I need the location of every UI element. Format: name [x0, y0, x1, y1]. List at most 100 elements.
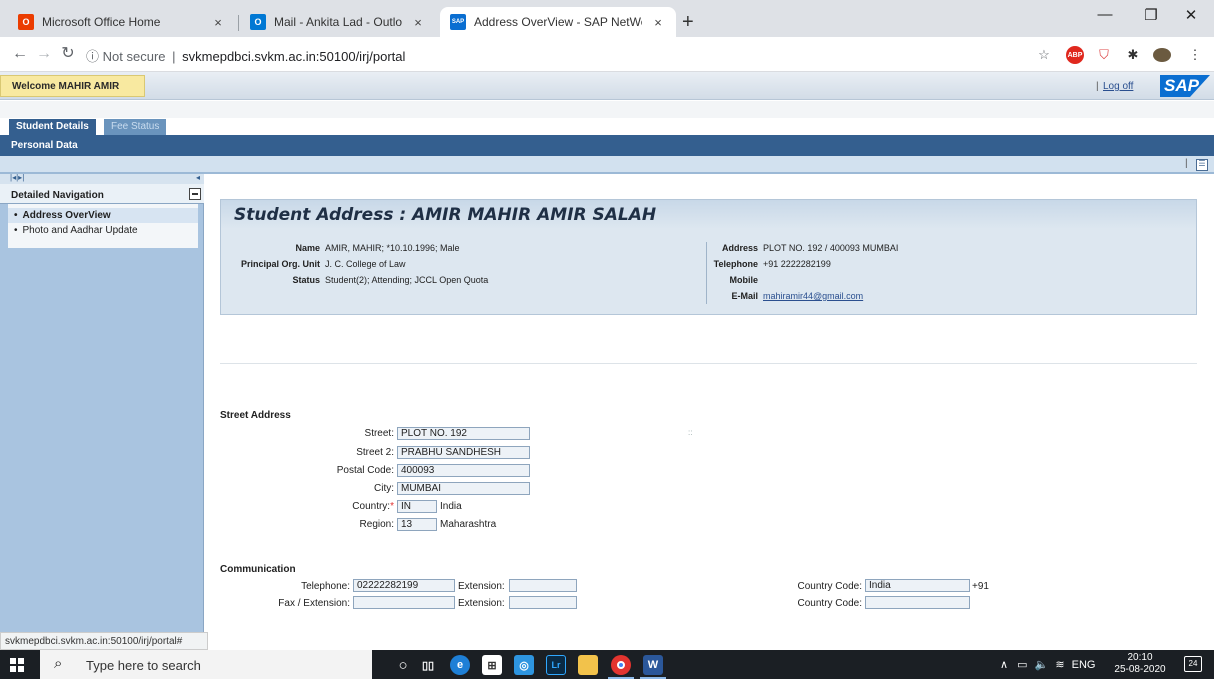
nav-item-photo-aadhar-update[interactable]: Photo and Aadhar Update	[8, 223, 198, 238]
tab-student-details[interactable]: Student Details	[9, 119, 96, 135]
status-label: Status	[292, 275, 320, 285]
clock-date: 25-08-2020	[1114, 664, 1166, 675]
taskbar-search-box[interactable]: ⌕ Type here to search	[40, 650, 372, 679]
portal-header: Welcome MAHIR AMIR | Log off SAP	[0, 72, 1214, 100]
windows-start-icon[interactable]	[10, 658, 24, 672]
name-row: Name AMIR, MAHIR; *10.10.1996; Male	[222, 243, 459, 253]
fax-label: Fax / Extension:	[278, 598, 350, 609]
comm-telephone-label: Telephone:	[301, 581, 350, 592]
close-window-button[interactable]: ✕	[1168, 6, 1214, 24]
clock-time: 20:10	[1127, 652, 1153, 663]
volume-icon[interactable]: 🔈	[1035, 659, 1049, 671]
browser-menu-icon[interactable]: ⋮	[1186, 46, 1204, 64]
postal-code-label: Postal Code:	[336, 465, 394, 476]
telephone-value: +91 2222282199	[763, 259, 831, 269]
welcome-message: Welcome MAHIR AMIR	[0, 75, 145, 97]
wifi-icon[interactable]: ≋	[1055, 659, 1064, 671]
street2-input[interactable]: PRABHU SANDHESH	[397, 446, 530, 459]
language-indicator[interactable]: ENG	[1072, 659, 1096, 671]
country-code-field[interactable]: India	[865, 579, 970, 592]
tab-office-home[interactable]: O Microsoft Office Home ×	[8, 7, 236, 37]
tab-personal-data[interactable]: Personal Data	[11, 140, 78, 151]
close-tab-icon[interactable]: ×	[210, 15, 226, 30]
search-placeholder: Type here to search	[86, 658, 201, 673]
fax-country-code-field[interactable]	[865, 596, 970, 609]
url-separator: |	[172, 49, 176, 64]
logoff-separator: |	[1096, 81, 1099, 92]
address-label: Address	[721, 243, 758, 253]
logoff-link[interactable]: Log off	[1103, 81, 1133, 92]
minimize-button[interactable]: —	[1082, 6, 1128, 23]
browser-status-bar: svkmepdbci.svkm.ac.in:50100/irj/portal#	[0, 632, 208, 650]
edge-icon[interactable]: e	[450, 655, 470, 675]
tab-sap-address-overview[interactable]: SAP Address OverView - SAP NetWea ×	[440, 7, 676, 37]
region-name: Maharashtra	[440, 519, 497, 530]
word-icon[interactable]: W	[643, 655, 663, 675]
name-label: Name	[295, 243, 320, 253]
new-tab-button[interactable]: +	[682, 12, 694, 32]
back-arrow-icon[interactable]: ←	[10, 44, 30, 64]
profile-avatar-icon[interactable]	[1153, 46, 1171, 64]
taskbar-clock[interactable]: 20:10 25-08-2020	[1111, 652, 1169, 676]
notification-center-icon[interactable]: 24	[1184, 656, 1202, 672]
info-icon[interactable]: ⓘ	[86, 49, 99, 64]
communication-heading: Communication	[220, 564, 296, 575]
page-toolbar	[0, 156, 1214, 172]
country-code-input[interactable]: IN	[397, 500, 437, 513]
chrome-icon[interactable]	[611, 655, 631, 675]
telephone-label: Telephone	[713, 259, 758, 269]
tab-outlook-mail[interactable]: O Mail - Ankita Lad - Outlook ×	[240, 7, 436, 37]
region-code-input[interactable]: 13	[397, 518, 437, 531]
fax-country-code-label: Country Code:	[797, 598, 862, 609]
extension-input[interactable]	[509, 579, 577, 592]
city-label: City:	[374, 483, 394, 494]
minimize-panel-icon[interactable]	[189, 188, 201, 200]
lightroom-icon[interactable]: Lr	[546, 655, 566, 675]
nav-item-address-overview[interactable]: Address OverView	[8, 208, 198, 223]
comm-telephone-input[interactable]: 02222282199	[353, 579, 455, 592]
tab-fee-status[interactable]: Fee Status	[104, 119, 167, 135]
mobile-label: Mobile	[729, 275, 759, 285]
org-unit-row: Principal Org. Unit J. C. College of Law	[222, 259, 406, 269]
page-menu-icon[interactable]: ☰	[1196, 159, 1208, 171]
store-icon[interactable]: ⊞	[482, 655, 502, 675]
battery-icon[interactable]: ▭	[1017, 659, 1027, 671]
extensions-icon[interactable]: ✱	[1124, 46, 1142, 64]
page-title: Student Address : AMIR MAHIR AMIR SALAH	[221, 200, 1196, 229]
org-unit-label: Principal Org. Unit	[240, 259, 320, 269]
fax-extension-input[interactable]	[509, 596, 577, 609]
url-text[interactable]: svkmepdbci.svkm.ac.in:50100/irj/portal	[182, 49, 405, 64]
address-row: Address PLOT NO. 192 / 400093 MUMBAI	[700, 243, 898, 253]
dial-code: +91	[972, 581, 989, 592]
address-bar[interactable]: ⓘ Not secure | svkmepdbci.svkm.ac.in:501…	[86, 46, 405, 65]
navigation-toggle[interactable]: |◂|▸| ◂	[0, 173, 204, 184]
email-link[interactable]: mahiramir44@gmail.com	[763, 291, 863, 301]
task-view-icon[interactable]: ▯▯	[418, 655, 438, 675]
postal-code-input[interactable]: 400093	[397, 464, 530, 477]
navigation-list: Address OverView Photo and Aadhar Update	[8, 204, 198, 248]
pocket-icon[interactable]: ⛉	[1095, 46, 1113, 64]
cortana-icon[interactable]: ○	[393, 655, 413, 675]
browser-tab-strip: O Microsoft Office Home × O Mail - Ankit…	[0, 0, 1214, 37]
close-tab-icon[interactable]: ×	[650, 15, 666, 30]
reload-icon[interactable]: ↻	[58, 44, 78, 64]
fax-input[interactable]	[353, 596, 455, 609]
fax-extension-label: Extension:	[458, 598, 505, 609]
street2-label: Street 2:	[356, 447, 394, 458]
app-icon[interactable]: ◎	[514, 655, 534, 675]
forward-arrow-icon[interactable]: →	[34, 44, 54, 64]
adblock-icon[interactable]: ABP	[1066, 46, 1084, 64]
file-explorer-icon[interactable]	[578, 655, 598, 675]
street-input[interactable]: PLOT NO. 192	[397, 427, 530, 440]
tab-title: Microsoft Office Home	[42, 15, 161, 29]
address-value: PLOT NO. 192 / 400093 MUMBAI	[763, 243, 899, 253]
collapse-arrow-icon[interactable]: ◂	[196, 173, 200, 182]
bookmark-star-icon[interactable]: ☆	[1035, 46, 1053, 64]
city-input[interactable]: MUMBAI	[397, 482, 530, 495]
section-divider	[220, 363, 1197, 364]
panel-resize-icon[interactable]: |◂|▸|	[10, 173, 24, 182]
tray-icons[interactable]: ∧ ▭ 🔈 ≋ ENG	[1000, 658, 1095, 671]
chevron-up-icon[interactable]: ∧	[1000, 659, 1008, 671]
country-name: India	[440, 501, 462, 512]
close-tab-icon[interactable]: ×	[410, 15, 426, 30]
